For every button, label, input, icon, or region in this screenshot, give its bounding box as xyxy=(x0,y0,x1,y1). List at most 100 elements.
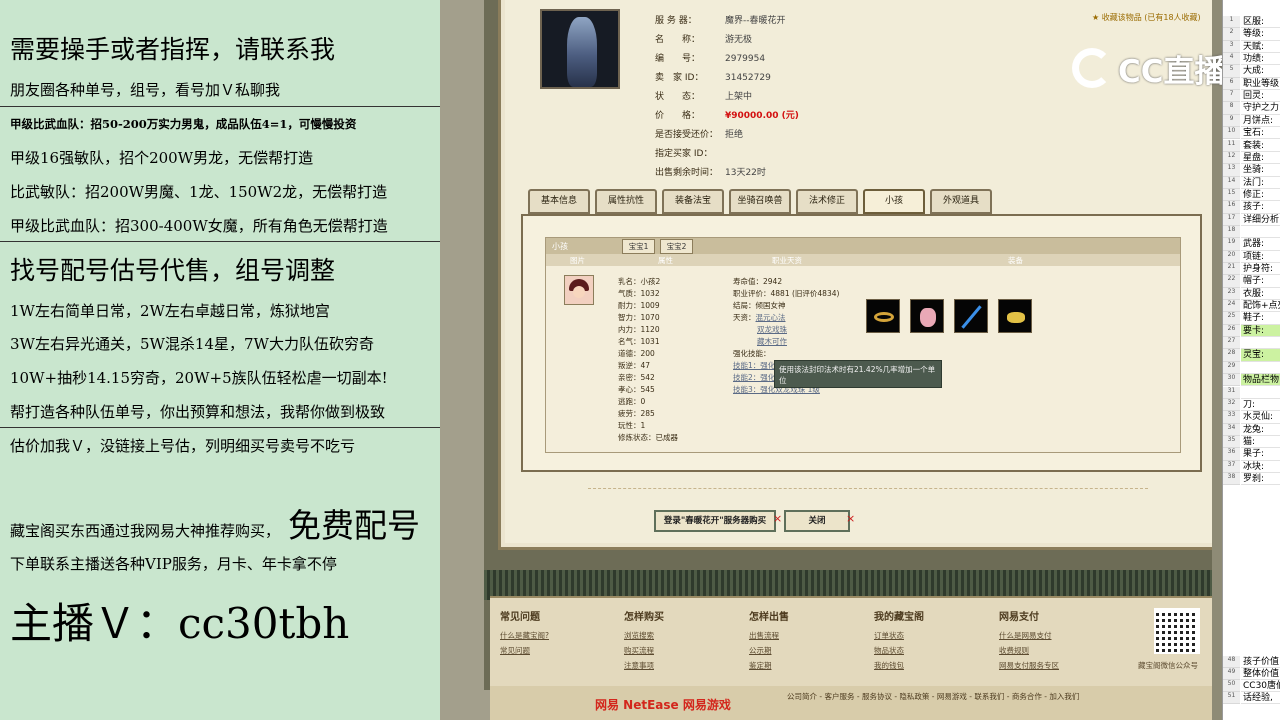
sheet-cell[interactable]: 套装: xyxy=(1241,140,1280,152)
sheet-row-number[interactable]: 3 xyxy=(1223,40,1240,54)
sheet-row-number[interactable]: 27 xyxy=(1223,337,1240,350)
sheet-row-number[interactable]: 15 xyxy=(1223,188,1240,202)
scrollbar[interactable] xyxy=(1212,0,1222,720)
equipment-slot-gold[interactable] xyxy=(998,299,1032,333)
footer-link[interactable]: 收费规则 xyxy=(999,643,1059,658)
sheet-cell[interactable]: 猫: xyxy=(1241,436,1280,449)
sheet-cell[interactable]: 天赋: xyxy=(1241,41,1280,54)
sheet-cell[interactable]: 孩子价值 xyxy=(1241,656,1280,668)
sheet-row-number[interactable]: 33 xyxy=(1223,411,1240,424)
sheet-cell[interactable]: 整体价值 xyxy=(1241,668,1280,680)
sheet-cell[interactable] xyxy=(1241,337,1280,350)
sheet-row-number[interactable]: 7 xyxy=(1223,90,1240,103)
sheet-cell[interactable]: 物品栏物 xyxy=(1241,374,1280,387)
sheet-row-number[interactable]: 18 xyxy=(1223,225,1240,239)
footer-link[interactable]: 什么是网易支付 xyxy=(999,628,1059,643)
equipment-slot-sword[interactable] xyxy=(954,299,988,333)
sheet-row-number[interactable]: 24 xyxy=(1223,300,1240,313)
footer-link[interactable]: 我的钱包 xyxy=(874,658,924,673)
sheet-row-number[interactable]: 30 xyxy=(1223,374,1240,387)
sheet-cell[interactable]: 修正: xyxy=(1241,189,1280,202)
sheet-cell[interactable]: CC30唐伯 xyxy=(1241,680,1280,692)
tab-child[interactable]: 小孩 xyxy=(863,189,925,214)
footer-link[interactable]: 什么是藏宝阁? xyxy=(500,628,549,643)
footer-link[interactable]: 网易支付服务专区 xyxy=(999,658,1059,673)
sheet-row-number[interactable]: 6 xyxy=(1223,77,1240,91)
footer-link[interactable]: 物品状态 xyxy=(874,643,924,658)
sheet-cell[interactable]: 星盘: xyxy=(1241,152,1280,165)
sheet-cell[interactable]: 冰块: xyxy=(1241,461,1280,473)
sheet-row-number[interactable]: 36 xyxy=(1223,448,1240,461)
sheet-row-number[interactable]: 29 xyxy=(1223,361,1240,375)
sheet-cell[interactable]: 龙兔: xyxy=(1241,424,1280,436)
sheet-cell[interactable]: 守护之力 xyxy=(1241,102,1280,115)
sheet-row-number[interactable]: 5 xyxy=(1223,65,1240,78)
footer-link[interactable]: 公示期 xyxy=(749,643,789,658)
sheet-row-number[interactable]: 20 xyxy=(1223,250,1240,263)
sheet-row-number[interactable]: 31 xyxy=(1223,386,1240,399)
tab-basic-info[interactable]: 基本信息 xyxy=(528,189,590,214)
sheet-cell[interactable]: 罗刹: xyxy=(1241,473,1280,486)
favorite-link[interactable]: ★ 收藏该物品 (已有18人收藏) xyxy=(1092,12,1201,23)
sheet-cell[interactable]: 区服: xyxy=(1241,16,1280,29)
brand-links[interactable]: 公司简介 - 客户服务 - 服务协议 - 隐私政策 - 网易游戏 - 联系我们 … xyxy=(787,691,1079,702)
sheet-row-number[interactable]: 51 xyxy=(1223,692,1240,704)
footer-link[interactable]: 出售流程 xyxy=(749,628,789,643)
close-button[interactable]: 关闭 xyxy=(784,510,850,532)
talent-link-text[interactable]: 藏木可作 xyxy=(757,337,787,346)
tab-equipment[interactable]: 装备法宝 xyxy=(662,189,724,214)
sheet-cell[interactable]: 话经验, xyxy=(1241,692,1280,704)
sheet-row-number[interactable]: 21 xyxy=(1223,263,1240,276)
sheet-cell[interactable]: 详细分析 xyxy=(1241,214,1280,226)
sheet-row-number[interactable]: 34 xyxy=(1223,423,1240,436)
equipment-slot-ring[interactable] xyxy=(866,299,900,333)
sheet-cell[interactable]: 果子: xyxy=(1241,448,1280,461)
sheet-row-number[interactable]: 11 xyxy=(1223,139,1240,152)
sheet-row-number[interactable]: 50 xyxy=(1223,680,1240,692)
sheet-cell[interactable]: 武器: xyxy=(1241,238,1280,251)
sheet-cell[interactable]: 要卡: xyxy=(1241,324,1280,338)
talent-link[interactable]: 双龙戏珠 xyxy=(757,324,787,335)
sheet-cell[interactable]: 灵宝: xyxy=(1241,349,1280,362)
sheet-row-number[interactable]: 14 xyxy=(1223,176,1240,189)
footer-link[interactable]: 浏览搜索 xyxy=(624,628,664,643)
sheet-row-number[interactable]: 12 xyxy=(1223,151,1240,165)
sheet-row-number[interactable]: 26 xyxy=(1223,324,1240,338)
sheet-row-number[interactable]: 48 xyxy=(1223,656,1240,668)
footer-link[interactable]: 鉴定期 xyxy=(749,658,789,673)
sheet-cell[interactable]: 刀: xyxy=(1241,399,1280,412)
sheet-row-number[interactable]: 25 xyxy=(1223,312,1240,325)
sheet-cell[interactable]: 职业等级 xyxy=(1241,78,1280,91)
sheet-cell[interactable] xyxy=(1241,387,1280,399)
sheet-cell[interactable]: 法门: xyxy=(1241,177,1280,189)
sheet-row-number[interactable]: 37 xyxy=(1223,460,1240,473)
sheet-cell[interactable]: 项链: xyxy=(1241,251,1280,263)
sheet-cell[interactable]: 配饰+点亮 xyxy=(1241,300,1280,313)
sheet-cell[interactable]: 月饼点: xyxy=(1241,115,1280,128)
sheet-row-number[interactable]: 1 xyxy=(1223,16,1240,29)
sheet-row-number[interactable]: 10 xyxy=(1223,127,1240,140)
sheet-row-number[interactable]: 16 xyxy=(1223,201,1240,214)
sheet-cell[interactable]: 等级: xyxy=(1241,28,1280,41)
sheet-row-number[interactable]: 23 xyxy=(1223,287,1240,301)
sheet-row-number[interactable]: 13 xyxy=(1223,164,1240,177)
sheet-row-number[interactable]: 8 xyxy=(1223,102,1240,115)
sheet-row-number[interactable]: 28 xyxy=(1223,349,1240,362)
talent-link[interactable]: 藏木可作 xyxy=(757,336,787,347)
tab-appearance[interactable]: 外观道具 xyxy=(930,189,992,214)
sheet-cell[interactable] xyxy=(1241,362,1280,375)
footer-link[interactable]: 订单状态 xyxy=(874,628,924,643)
sheet-cell[interactable]: 帽子: xyxy=(1241,275,1280,288)
sheet-cell[interactable]: 坐骑: xyxy=(1241,164,1280,177)
footer-link[interactable]: 注意事项 xyxy=(624,658,664,673)
sheet-cell[interactable]: 宝石: xyxy=(1241,127,1280,140)
login-purchase-button[interactable]: 登录"春暖花开"服务器购买 xyxy=(654,510,776,532)
sheet-row-number[interactable]: 4 xyxy=(1223,53,1240,66)
footer-link[interactable]: 常见问题 xyxy=(500,643,549,658)
sheet-row-number[interactable]: 35 xyxy=(1223,435,1240,449)
sheet-cell[interactable]: 大成: xyxy=(1241,65,1280,78)
sheet-cell[interactable]: 功绩: xyxy=(1241,53,1280,66)
tab-attributes[interactable]: 属性抗性 xyxy=(595,189,657,214)
sheet-cell[interactable]: 回灵: xyxy=(1241,90,1280,103)
sheet-cell[interactable] xyxy=(1241,226,1280,239)
